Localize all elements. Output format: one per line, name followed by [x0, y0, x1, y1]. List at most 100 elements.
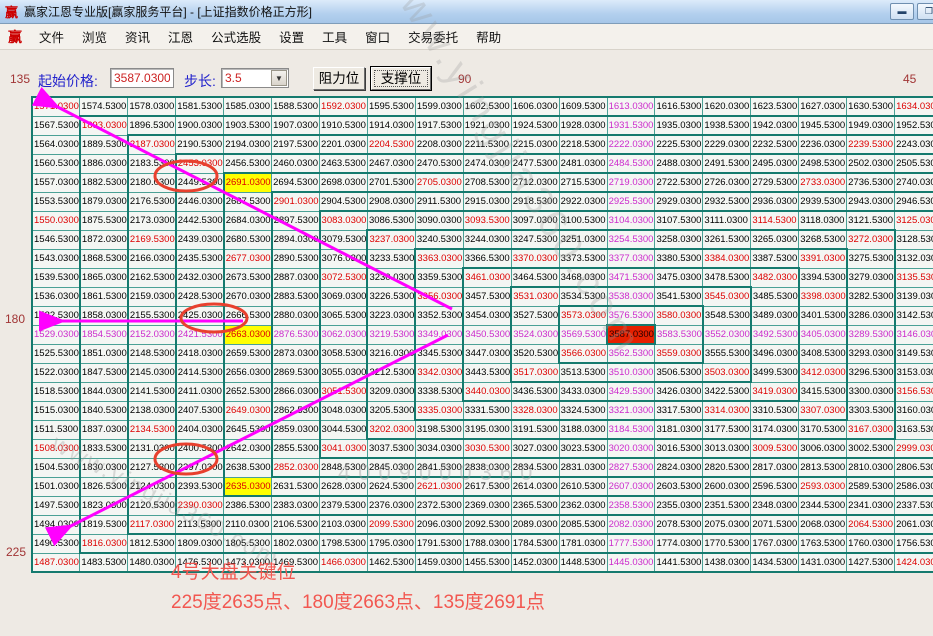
grid-cell: 1914.0300 — [367, 116, 415, 135]
grid-cell: 3510.0300 — [607, 363, 655, 382]
maximize-button[interactable]: ❐ — [917, 3, 933, 20]
grid-cell: 3195.0300 — [463, 420, 511, 439]
grid-cell: 2351.5300 — [703, 496, 751, 515]
grid-cell: 3037.5300 — [367, 439, 415, 458]
resistance-button[interactable]: 阻力位 — [313, 67, 365, 90]
start-price-input[interactable] — [110, 68, 174, 88]
grid-cell: 3363.0300 — [415, 249, 463, 268]
grid-cell: 2358.5300 — [607, 496, 655, 515]
grid-cell: 3275.5300 — [847, 249, 895, 268]
grid-cell: 3181.0300 — [655, 420, 703, 439]
grid-cell: 3048.0300 — [320, 401, 368, 420]
grid-cell: 1595.5300 — [367, 97, 415, 116]
degree-label-180: 180 — [5, 312, 25, 326]
grid-cell: 1515.0300 — [32, 401, 80, 420]
grid-cell: 2687.5300 — [224, 192, 272, 211]
grid-cell: 3566.0300 — [559, 344, 607, 363]
chevron-down-icon[interactable]: ▼ — [271, 70, 287, 86]
grid-cell: 3300.0300 — [847, 382, 895, 401]
grid-cell: 3555.5300 — [703, 344, 751, 363]
menu-item-8[interactable]: 窗口 — [356, 27, 399, 49]
grid-cell: 2124.0300 — [128, 477, 176, 496]
grid-cell: 2204.5300 — [367, 135, 415, 154]
grid-cell: 3013.0300 — [703, 439, 751, 458]
grid-cell: 3240.5300 — [415, 230, 463, 249]
grid-cell: 2355.0300 — [655, 496, 703, 515]
grid-cell: 2649.0300 — [224, 401, 272, 420]
grid-cell: 2446.0300 — [176, 192, 224, 211]
grid-cell: 2110.0300 — [224, 515, 272, 534]
menu-item-9[interactable]: 交易委托 — [399, 27, 467, 49]
menu-item-2[interactable]: 浏览 — [73, 27, 116, 49]
grid-cell: 2243.0300 — [895, 135, 933, 154]
grid-cell: 1826.5300 — [80, 477, 128, 496]
menu-item-7[interactable]: 工具 — [313, 27, 356, 49]
grid-cell: 2341.0300 — [847, 496, 895, 515]
grid-cell: 1865.0300 — [80, 268, 128, 287]
grid-cell: 3223.0300 — [367, 306, 415, 325]
grid-cell: 3142.5300 — [895, 306, 933, 325]
app-logo-icon: 赢 — [5, 2, 18, 21]
grid-cell: 1497.5300 — [32, 496, 80, 515]
menu-item-3[interactable]: 资讯 — [116, 27, 159, 49]
grid-cell: 3580.0300 — [655, 306, 703, 325]
grid-cell: 2120.5300 — [128, 496, 176, 515]
grid-cell: 1585.0300 — [224, 97, 272, 116]
grid-cell: 2103.0300 — [320, 515, 368, 534]
grid-cell: 2922.0300 — [559, 192, 607, 211]
menu-item-1[interactable]: 文件 — [30, 27, 73, 49]
grid-cell: 2484.5300 — [607, 154, 655, 173]
grid-cell: 2855.5300 — [272, 439, 320, 458]
grid-cell: 3069.0300 — [320, 287, 368, 306]
menu-item-10[interactable]: 帮助 — [467, 27, 510, 49]
grid-cell: 1490.5300 — [32, 534, 80, 553]
grid-cell: 2176.5300 — [128, 192, 176, 211]
grid-cell: 2827.5300 — [607, 458, 655, 477]
grid-cell: 3111.0300 — [703, 211, 751, 230]
menu-item-5[interactable]: 公式选股 — [202, 27, 270, 49]
grid-cell: 3212.5300 — [367, 363, 415, 382]
grid-cell: 2376.0300 — [367, 496, 415, 515]
grid-cell: 2386.5300 — [224, 496, 272, 515]
step-label: 步长: — [184, 71, 216, 91]
menu-item-6[interactable]: 设置 — [270, 27, 313, 49]
step-combobox[interactable]: 3.5 ▼ — [221, 68, 289, 88]
grid-cell: 3086.5300 — [367, 211, 415, 230]
grid-cell: 1798.5300 — [320, 534, 368, 553]
grid-cell: 1627.0300 — [799, 97, 847, 116]
grid-cell: 2915.0300 — [463, 192, 511, 211]
grid-cell: 3303.5300 — [847, 401, 895, 420]
grid-cell: 3058.5300 — [320, 344, 368, 363]
grid-cell: 2379.5300 — [320, 496, 368, 515]
minimize-button[interactable]: ▬ — [890, 3, 914, 20]
grid-cell: 2925.5300 — [607, 192, 655, 211]
grid-cell: 1942.0300 — [751, 116, 799, 135]
grid-cell: 1774.0300 — [655, 534, 703, 553]
grid-cell: 2705.0300 — [415, 173, 463, 192]
grid-cell: 3093.5300 — [463, 211, 511, 230]
grid-cell: 3170.5300 — [799, 420, 847, 439]
menu-item-4[interactable]: 江恩 — [159, 27, 202, 49]
grid-cell: 3349.0300 — [415, 325, 463, 344]
grid-cell: 3114.5300 — [751, 211, 799, 230]
key-level-cell: 2663.0300 — [224, 325, 272, 344]
grid-cell: 2348.0300 — [751, 496, 799, 515]
grid-cell: 3163.5300 — [895, 420, 933, 439]
grid-cell: 1952.5300 — [895, 116, 933, 135]
support-button[interactable]: 支撑位 — [371, 67, 431, 90]
grid-cell: 1613.0300 — [607, 97, 655, 116]
grid-cell: 2694.5300 — [272, 173, 320, 192]
grid-cell: 3188.0300 — [559, 420, 607, 439]
grid-cell: 2820.5300 — [703, 458, 751, 477]
grid-cell: 3041.0300 — [320, 439, 368, 458]
grid-cell: 3538.0300 — [607, 287, 655, 306]
grid-cell: 1791.5300 — [415, 534, 463, 553]
grid-cell: 2460.0300 — [272, 154, 320, 173]
grid-cell: 1833.5300 — [80, 439, 128, 458]
grid-cell: 1620.0300 — [703, 97, 751, 116]
grid-cell: 3132.0300 — [895, 249, 933, 268]
grid-cell: 2943.0300 — [847, 192, 895, 211]
grid-cell: 2939.5300 — [799, 192, 847, 211]
toolbar: 135 起始价格: 步长: 3.5 ▼ 阻力位 支撑位 90 45 — [0, 50, 933, 96]
grid-row: 1504.53001830.03002127.53002397.03002638… — [32, 458, 933, 477]
